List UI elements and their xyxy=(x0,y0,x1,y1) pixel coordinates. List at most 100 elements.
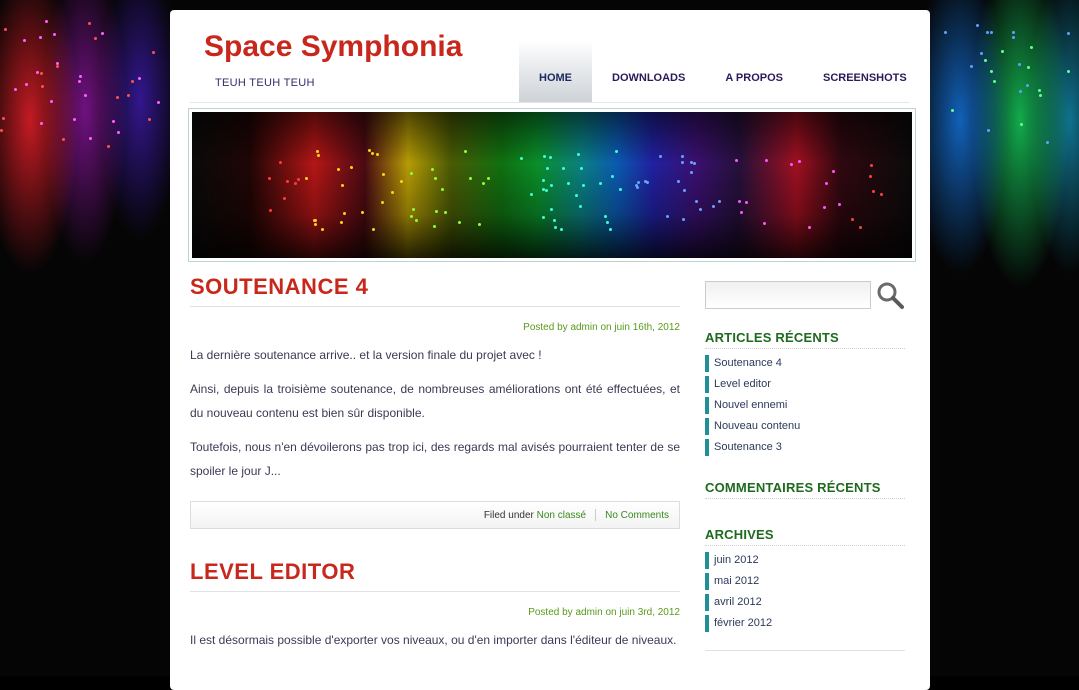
sparkle-dot xyxy=(546,167,550,171)
sparkle-dot xyxy=(737,199,741,203)
background-star xyxy=(127,94,131,98)
nav-item-screenshots[interactable]: SCREENSHOTS xyxy=(803,40,927,103)
main-nav: HOME DOWNLOADS A PROPOS SCREENSHOTS xyxy=(519,40,927,103)
widget-archives: ARCHIVES juin 2012 mai 2012 avril 2012 f… xyxy=(705,527,905,651)
sparkle-dot xyxy=(712,204,715,208)
recent-post-link[interactable]: Nouveau contenu xyxy=(705,418,905,435)
background-star xyxy=(1025,83,1029,87)
background-star xyxy=(35,70,39,74)
background-star xyxy=(4,27,8,31)
nav-item-home[interactable]: HOME xyxy=(519,40,592,103)
banner-image xyxy=(192,112,912,258)
recent-post-link[interactable]: Level editor xyxy=(705,376,905,393)
sparkle-dot xyxy=(869,174,873,178)
post-meta-prefix: Posted by xyxy=(528,607,573,618)
background-star xyxy=(1019,122,1023,126)
widget-recent-posts: ARTICLES RÉCENTS Soutenance 4 Level edit… xyxy=(705,330,905,456)
background-star xyxy=(41,84,45,88)
sparkle-dot xyxy=(549,155,553,159)
comments-link[interactable]: No Comments xyxy=(605,510,669,521)
search-form xyxy=(705,280,905,310)
background-star xyxy=(989,31,993,35)
page-container: Space Symphonia TEUH TEUH TEUH HOME DOWN… xyxy=(170,10,930,690)
search-input[interactable] xyxy=(705,281,871,309)
sparkle-dot xyxy=(550,207,553,211)
header-banner xyxy=(188,108,916,262)
sparkle-dot xyxy=(457,221,461,225)
filed-under-label: Filed under xyxy=(483,509,534,521)
sparkle-dot xyxy=(790,162,794,166)
sparkle-dot xyxy=(469,177,473,181)
nav-item-downloads[interactable]: DOWNLOADS xyxy=(592,40,705,103)
background-star xyxy=(52,33,56,37)
footer-separator xyxy=(595,509,597,521)
sparkle-dot xyxy=(314,222,318,226)
background-star xyxy=(79,74,83,78)
sparkle-dot xyxy=(871,189,875,193)
sparkle-dot xyxy=(304,177,308,181)
post-paragraph: Toutefois, nous n'en dévoilerons pas tro… xyxy=(190,440,680,478)
recent-post-link[interactable]: Nouvel ennemi xyxy=(705,397,905,414)
site-title[interactable]: Space Symphonia xyxy=(204,30,462,64)
archive-link[interactable]: février 2012 xyxy=(705,615,905,632)
sparkle-dot xyxy=(529,192,533,196)
site-tagline: TEUH TEUH TEUH xyxy=(215,77,315,89)
recent-post-link[interactable]: Soutenance 4 xyxy=(705,355,905,372)
background-star xyxy=(116,130,120,134)
sparkle-dot xyxy=(682,218,686,222)
post-meta: Posted by admin on juin 16th, 2012 xyxy=(190,322,680,333)
recent-post-link[interactable]: Soutenance 3 xyxy=(705,439,905,456)
sparkle-dot xyxy=(435,210,439,214)
background-star xyxy=(990,69,994,73)
background-star xyxy=(56,65,60,69)
category-link[interactable]: Non classé xyxy=(537,510,586,521)
post-title[interactable]: SOUTENANCE 4 xyxy=(190,272,680,307)
post-author-link[interactable]: admin xyxy=(575,607,602,618)
nav-item-a-propos[interactable]: A PROPOS xyxy=(705,40,803,103)
background-star xyxy=(138,77,142,81)
sparkle-dot xyxy=(542,215,546,219)
background-star xyxy=(944,31,948,35)
post-title[interactable]: LEVEL EDITOR xyxy=(190,557,680,592)
widget-recent-comments: COMMENTAIRES RÉCENTS xyxy=(705,480,905,499)
background-star xyxy=(93,37,97,41)
sparkle-dot xyxy=(478,223,482,227)
post-date: juin 16th, 2012 xyxy=(614,322,680,333)
sparkle-dot xyxy=(463,150,467,154)
background-star xyxy=(1030,46,1034,50)
widget-divider xyxy=(705,650,905,651)
widget-title: ARTICLES RÉCENTS xyxy=(705,330,905,349)
post-paragraph: La dernière soutenance arrive.. et la ve… xyxy=(190,348,542,362)
sparkle-dot xyxy=(415,219,419,223)
sparkle-dot xyxy=(350,166,354,170)
background-star xyxy=(49,100,53,104)
background-star xyxy=(25,82,29,86)
background-star xyxy=(1045,140,1049,144)
background-star xyxy=(985,31,989,35)
sparkle-dot xyxy=(562,167,566,171)
sparkle-dot xyxy=(340,184,344,188)
sparkle-dot xyxy=(361,210,365,214)
archive-link[interactable]: mai 2012 xyxy=(705,573,905,590)
sparkle-dot xyxy=(268,177,272,181)
background-star xyxy=(0,129,4,133)
magnifier-icon[interactable] xyxy=(875,280,905,310)
sparkle-dot xyxy=(579,167,583,171)
sparkle-dot xyxy=(604,215,608,219)
archive-link[interactable]: avril 2012 xyxy=(705,594,905,611)
sparkle-dot xyxy=(598,182,602,186)
background-star xyxy=(979,52,983,56)
post-meta-prefix: Posted by xyxy=(523,322,568,333)
sparkle-dot xyxy=(316,153,320,157)
background-star xyxy=(45,20,49,23)
archive-link[interactable]: juin 2012 xyxy=(705,552,905,569)
sparkle-dot xyxy=(390,190,394,194)
background-star xyxy=(970,64,974,68)
sparkle-dot xyxy=(409,215,413,219)
background-star xyxy=(2,117,6,121)
sparkle-dot xyxy=(542,178,546,182)
sparkle-dot xyxy=(689,171,693,175)
sparkle-dot xyxy=(554,226,558,230)
sidebar: ARTICLES RÉCENTS Soutenance 4 Level edit… xyxy=(705,280,905,651)
post-author-link[interactable]: admin xyxy=(570,322,597,333)
